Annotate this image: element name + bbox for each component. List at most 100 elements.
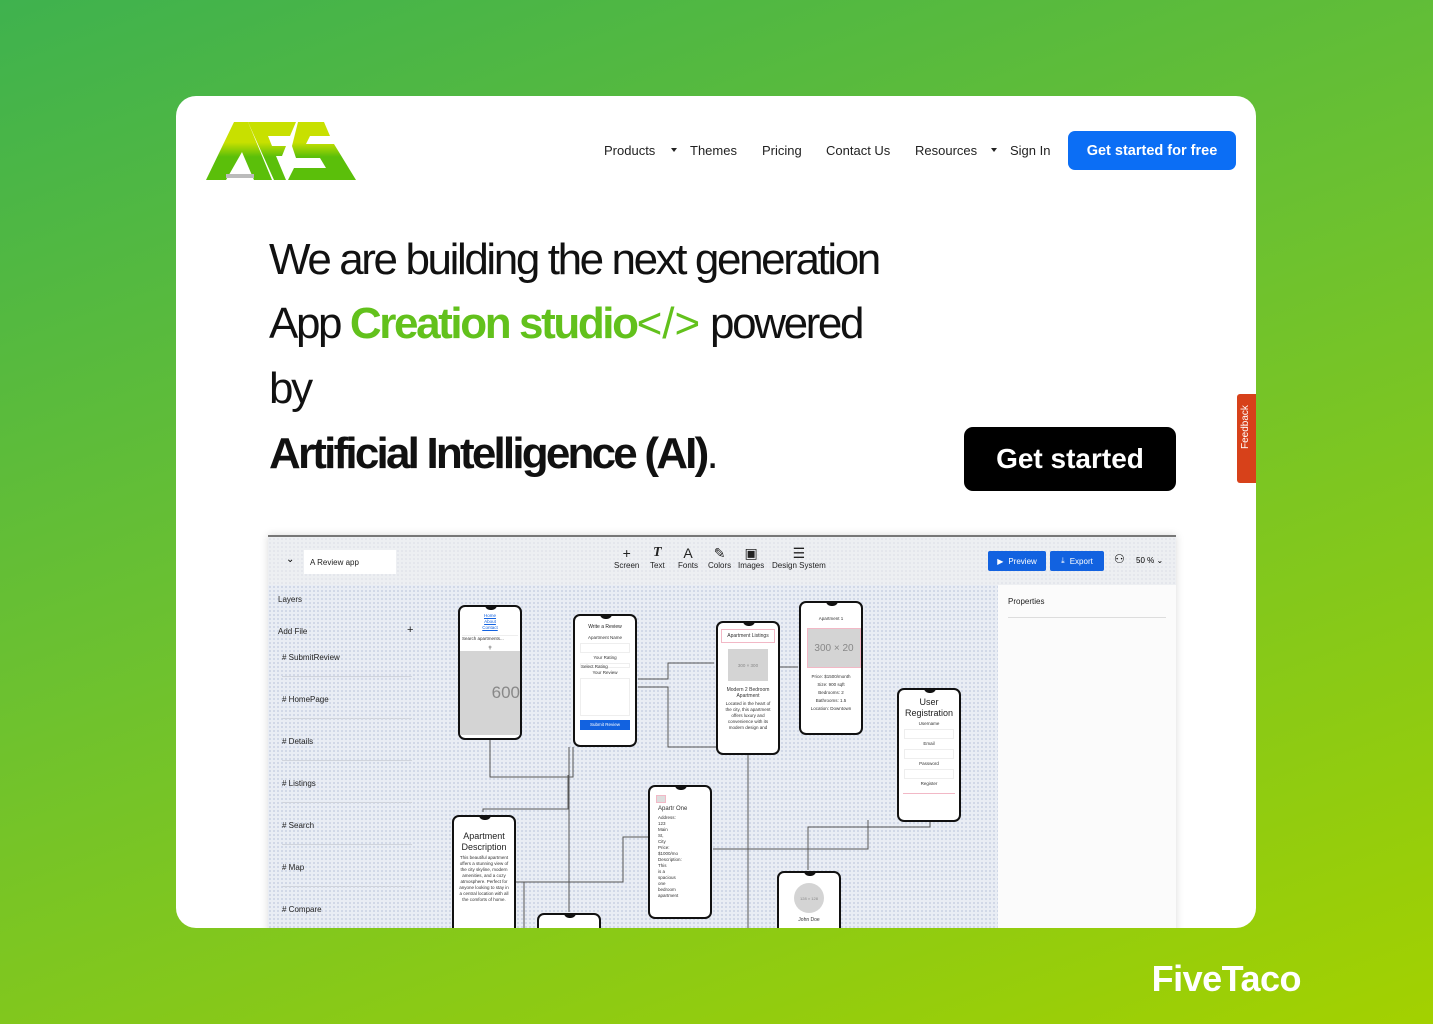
- tool-label: Text: [650, 561, 665, 570]
- hero-line-4: Artificial Intelligence (AI).: [269, 429, 719, 478]
- search-input[interactable]: Search apartments...: [462, 635, 518, 641]
- field-label: Your Rating: [593, 655, 617, 660]
- username-field[interactable]: [904, 729, 954, 739]
- export-label: Export: [1069, 556, 1093, 566]
- review-textarea[interactable]: [580, 678, 630, 716]
- hero-dot: .: [706, 429, 718, 478]
- hero-line-2: App Creation studio</> powered: [269, 299, 864, 348]
- text-field[interactable]: [580, 643, 630, 653]
- text-icon: T: [653, 545, 662, 560]
- screen-home[interactable]: Home About Contact Search apartments... ⚲ …: [458, 605, 522, 740]
- divider: [1008, 617, 1166, 618]
- hero-text: Artificial Intelligence (AI): [269, 429, 709, 478]
- detail-line: Price: $1500/month: [811, 674, 851, 679]
- tool-images[interactable]: ▣ Images: [738, 545, 764, 570]
- properties-title: Properties: [1008, 597, 1045, 606]
- nav-link[interactable]: Contact: [460, 625, 520, 631]
- screen-partial[interactable]: [537, 913, 601, 928]
- landing-page-card: Products Themes Pricing Contact Us Resou…: [176, 96, 1256, 928]
- image-placeholder: 600: [460, 651, 520, 735]
- screen-listings[interactable]: Apartment Listings 300 × 300 Modern 2 Be…: [716, 621, 780, 755]
- home-nav-links: Home About Contact: [460, 613, 520, 631]
- detail-line: Size: 900 sqft: [817, 682, 845, 687]
- layer-name: Compare: [288, 905, 322, 914]
- field-label: Email: [923, 741, 935, 746]
- avatar: 128 × 128: [794, 883, 824, 913]
- email-field[interactable]: [904, 749, 954, 759]
- hero-text: powered: [700, 299, 864, 348]
- image-placeholder: 300 × 300: [728, 649, 768, 681]
- layer-name: HomePage: [288, 695, 329, 704]
- code-icon: </>: [636, 299, 701, 348]
- colors-icon: ✎: [713, 545, 726, 561]
- register-button[interactable]: Register: [903, 781, 955, 794]
- screen-user-registration[interactable]: User Registration Username Email Passwor…: [897, 688, 961, 822]
- layer-item[interactable]: # Listings: [282, 779, 412, 803]
- screen-write-review[interactable]: Write a Review Apartment Name Your Ratin…: [573, 614, 637, 747]
- tool-design-system[interactable]: ☰ Design System: [772, 545, 826, 570]
- tool-colors[interactable]: ✎ Colors: [708, 545, 731, 570]
- profile-name: John Doe: [798, 917, 820, 923]
- screen-apartment-one[interactable]: Apartr One Address: 123 Main St, City Price: $…: [648, 785, 712, 919]
- screen-apartment-1[interactable]: Apartment 1 300 × 20 Price: $1500/month S…: [799, 601, 863, 735]
- preview-button[interactable]: ▶ Preview: [988, 551, 1046, 571]
- layer-item[interactable]: # Compare: [282, 905, 412, 928]
- plus-icon: +: [622, 545, 631, 561]
- add-file-plus-icon[interactable]: +: [407, 624, 413, 636]
- screen-title: Apartr One: [658, 806, 688, 812]
- get-started-button[interactable]: Get started: [964, 427, 1176, 491]
- tool-text[interactable]: T Text: [650, 545, 665, 570]
- chevron-down-icon[interactable]: ⌄: [286, 554, 294, 565]
- connector: [516, 836, 648, 883]
- tool-screen[interactable]: + Screen: [614, 545, 639, 570]
- app-name-field[interactable]: A Review app: [304, 550, 396, 574]
- nav-themes[interactable]: Themes: [690, 143, 737, 158]
- layer-name: Details: [288, 737, 314, 746]
- nav-resources[interactable]: Resources: [915, 143, 977, 158]
- screen-profile[interactable]: 128 × 128 John Doe: [777, 871, 841, 928]
- get-started-free-button[interactable]: Get started for free: [1068, 131, 1236, 170]
- zoom-select[interactable]: 50 % ⌄: [1136, 556, 1163, 565]
- layers-title: Layers: [278, 595, 303, 604]
- tool-fonts[interactable]: A Fonts: [678, 545, 698, 570]
- hero-line-3: by: [269, 364, 313, 413]
- rating-select[interactable]: Select Rating: [580, 663, 630, 669]
- connector: [713, 820, 869, 850]
- afs-logo[interactable]: [206, 118, 361, 184]
- nav-contact[interactable]: Contact Us: [826, 143, 890, 158]
- image-placeholder: 300 × 20: [807, 628, 861, 668]
- feedback-label: Feedback: [1240, 405, 1251, 449]
- layer-item[interactable]: # SubmitReview: [282, 653, 412, 677]
- screen-apartment-description[interactable]: Apartment Description This beautiful apa…: [452, 815, 516, 928]
- user-icon[interactable]: ⚇: [1114, 552, 1125, 566]
- nav-pricing[interactable]: Pricing: [762, 143, 802, 158]
- play-icon: ▶: [997, 556, 1004, 566]
- nav-products[interactable]: Products: [604, 143, 655, 158]
- password-field[interactable]: [904, 769, 954, 779]
- chevron-down-icon[interactable]: [671, 148, 677, 152]
- tool-label: Screen: [614, 561, 640, 570]
- field-label: Password: [919, 761, 939, 766]
- list-icon: ☰: [792, 545, 806, 561]
- layer-item[interactable]: # Search: [282, 821, 412, 845]
- layer-item[interactable]: # Map: [282, 863, 412, 887]
- connector: [482, 775, 569, 812]
- screen-title: Write a Review: [588, 624, 622, 630]
- listing-name: Modern 2 Bedroom Apartment: [726, 687, 770, 699]
- layer-item[interactable]: # HomePage: [282, 695, 412, 719]
- layer-name: Search: [288, 821, 315, 830]
- tool-label: Fonts: [678, 561, 699, 570]
- chevron-down-icon[interactable]: [991, 148, 997, 152]
- nav-sign-in[interactable]: Sign In: [1010, 143, 1050, 158]
- layer-item[interactable]: # Details: [282, 737, 412, 761]
- connector: [807, 820, 931, 870]
- fivetaco-brand: FiveTaco: [1151, 958, 1302, 999]
- field-label: Apartment Name: [587, 635, 622, 640]
- editor-toolbar: ⌄ A Review app + Screen T Text A Fonts ✎ Col…: [268, 537, 1176, 585]
- export-button[interactable]: ⤓ Export: [1050, 551, 1104, 571]
- detail-line: Bedrooms: 2: [818, 690, 844, 695]
- submit-review-button[interactable]: Submit Review: [580, 720, 630, 730]
- screen-title: Apartment 1: [818, 616, 844, 621]
- screen-title: Apartment Listings: [721, 629, 775, 643]
- feedback-tab[interactable]: Feedback: [1237, 394, 1256, 483]
